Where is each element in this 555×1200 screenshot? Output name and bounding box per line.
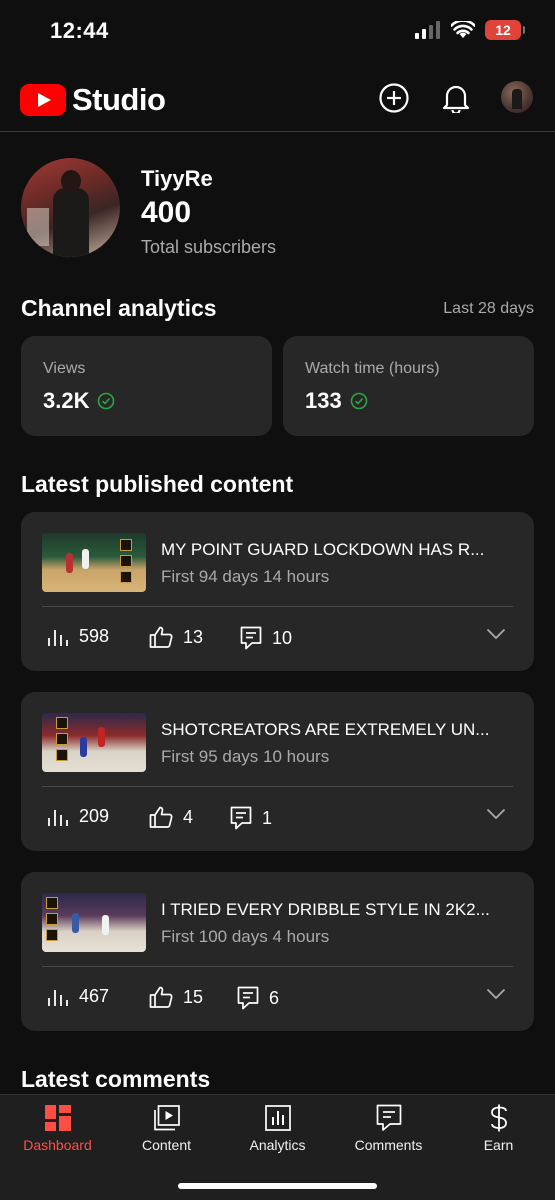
nav-label: Earn: [483, 1137, 514, 1153]
create-button[interactable]: [376, 80, 412, 116]
check-circle-icon: [350, 392, 368, 410]
nav-earn[interactable]: Earn: [443, 1095, 554, 1165]
video-title: SHOTCREATORS ARE EXTREMELY UN...: [161, 720, 490, 739]
likes-count: 4: [183, 806, 194, 827]
thumbs-up-icon: [149, 986, 173, 1008]
comment-icon: [240, 626, 262, 650]
chevron-down-icon[interactable]: [486, 988, 506, 1000]
subscriber-label: Total subscribers: [141, 237, 277, 257]
studio-logo[interactable]: Studio: [20, 82, 166, 118]
channel-summary: TiyyRe 400 Total subscribers: [21, 158, 541, 260]
thumbs-up-icon: [149, 626, 173, 648]
views-metric: 209: [47, 806, 109, 827]
video-thumbnail[interactable]: [42, 713, 146, 772]
check-circle-icon: [98, 392, 115, 410]
nav-content[interactable]: Content: [111, 1095, 222, 1165]
video-title: MY POINT GUARD LOCKDOWN HAS R...: [161, 540, 485, 559]
video-card[interactable]: SHOTCREATORS ARE EXTREMELY UN... First 9…: [21, 692, 534, 851]
likes-count: 15: [183, 986, 204, 1007]
chevron-down-icon[interactable]: [486, 808, 506, 820]
home-indicator: [178, 1183, 377, 1189]
subscriber-count: 400: [141, 196, 192, 229]
youtube-logo-icon: [20, 84, 66, 116]
views-value: 3.2K: [43, 388, 90, 413]
views-metric: 467: [47, 986, 109, 1007]
notifications-button[interactable]: [438, 80, 474, 116]
comments-metric: 1: [230, 806, 272, 830]
video-thumbnail[interactable]: [42, 533, 146, 592]
logo-text: Studio: [72, 82, 166, 117]
video-period: First 100 days 4 hours: [161, 927, 330, 946]
latest-comments-title: Latest comments: [21, 1066, 211, 1092]
likes-metric: 13: [149, 626, 203, 648]
wifi-icon: [451, 21, 475, 38]
video-thumbnail[interactable]: [42, 893, 146, 952]
divider: [42, 786, 513, 787]
watch-time-card[interactable]: Watch time (hours) 133: [283, 336, 534, 436]
comment-icon: [237, 986, 259, 1010]
app-header: Studio: [0, 62, 555, 132]
comment-icon: [230, 806, 252, 830]
battery-indicator: 12: [485, 20, 525, 40]
views-count: 598: [79, 626, 110, 646]
video-card[interactable]: MY POINT GUARD LOCKDOWN HAS R... First 9…: [21, 512, 534, 671]
latest-content-title: Latest published content: [21, 471, 294, 497]
chevron-down-icon[interactable]: [486, 628, 506, 640]
video-period: First 94 days 14 hours: [161, 567, 330, 586]
likes-metric: 15: [149, 986, 203, 1008]
comments-metric: 10: [240, 626, 292, 650]
comments-count: 6: [269, 987, 280, 1008]
nav-dashboard[interactable]: Dashboard: [2, 1095, 113, 1165]
nav-label: Dashboard: [23, 1137, 92, 1153]
comments-metric: 6: [237, 986, 279, 1010]
analytics-title: Channel analytics: [21, 295, 217, 321]
nav-label: Content: [141, 1137, 192, 1153]
views-label: Views: [43, 360, 86, 377]
status-bar: 12:44 12: [0, 0, 555, 62]
comments-icon: [376, 1104, 401, 1131]
video-period: First 95 days 10 hours: [161, 747, 330, 766]
status-time: 12:44: [50, 18, 109, 43]
divider: [42, 606, 513, 607]
thumbs-up-icon: [149, 806, 173, 828]
views-count: 467: [79, 986, 110, 1006]
likes-metric: 4: [149, 806, 193, 828]
views-bar-icon: [48, 989, 68, 1006]
analytics-icon: [264, 1105, 291, 1131]
analytics-period: Last 28 days: [443, 300, 534, 317]
nav-label: Comments: [354, 1137, 423, 1153]
views-bar-icon: [48, 629, 68, 646]
divider: [42, 966, 513, 967]
dashboard-icon: [44, 1105, 71, 1131]
create-icon: [379, 83, 409, 113]
nav-comments[interactable]: Comments: [333, 1095, 444, 1165]
notifications-icon: [442, 85, 470, 113]
cellular-signal-icon: [415, 21, 440, 39]
comments-count: 1: [262, 807, 273, 828]
earn-icon: [490, 1104, 507, 1132]
comments-count: 10: [272, 627, 293, 648]
status-icons: 12: [415, 20, 525, 40]
nav-analytics[interactable]: Analytics: [222, 1095, 333, 1165]
views-bar-icon: [48, 809, 68, 826]
channel-name: TiyyRe: [141, 166, 213, 191]
channel-avatar[interactable]: [21, 158, 120, 257]
watch-time-label: Watch time (hours): [305, 360, 440, 377]
watch-time-value: 133: [305, 388, 342, 413]
views-metric: 598: [47, 626, 109, 647]
likes-count: 13: [183, 626, 204, 647]
nav-label: Analytics: [249, 1137, 306, 1153]
video-title: I TRIED EVERY DRIBBLE STYLE IN 2K2...: [161, 900, 490, 919]
views-card[interactable]: Views 3.2K: [21, 336, 272, 436]
content-icon: [153, 1105, 180, 1131]
views-count: 209: [79, 806, 110, 826]
video-card[interactable]: I TRIED EVERY DRIBBLE STYLE IN 2K2... Fi…: [21, 872, 534, 1031]
account-avatar[interactable]: [501, 81, 533, 113]
